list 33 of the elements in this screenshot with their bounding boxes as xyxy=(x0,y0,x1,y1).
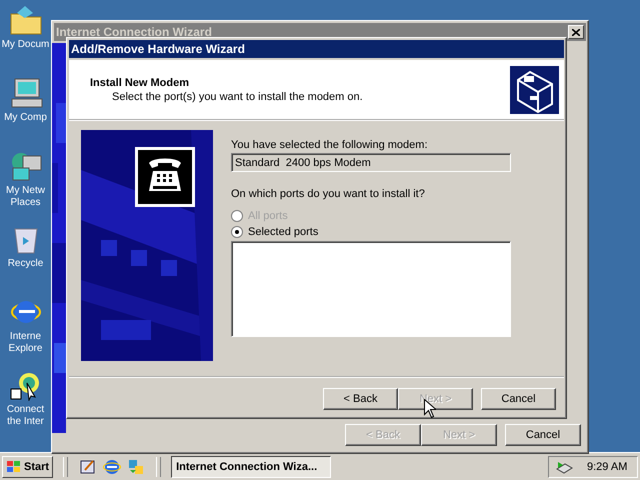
icon-label: My Comp xyxy=(4,112,47,124)
icon-label: Explore xyxy=(8,343,42,355)
close-icon xyxy=(572,28,580,36)
browser-icon[interactable] xyxy=(103,458,122,476)
modem-label: You have selected the following modem: xyxy=(231,139,428,151)
radio-option[interactable]: Selected ports xyxy=(231,224,511,240)
cancel-button[interactable]: Cancel xyxy=(505,424,581,446)
windows-logo-icon xyxy=(6,460,22,474)
computer-icon[interactable] xyxy=(8,77,42,109)
dialog-title: Add/Remove Hardware Wizard xyxy=(71,42,245,56)
icon-label: Recycle xyxy=(8,258,44,270)
cancel-button[interactable]: Cancel xyxy=(481,388,556,410)
hardware-icon xyxy=(510,66,559,114)
icon-label: Connect xyxy=(6,404,44,416)
icon-label: My Netw xyxy=(6,185,45,197)
folder-icon[interactable] xyxy=(8,4,42,36)
icon-label: Places xyxy=(10,197,40,209)
icon-label: the Inter xyxy=(7,416,44,428)
taskbar-button[interactable]: Internet Connection Wiza... xyxy=(171,456,332,478)
page-heading: Install New Modem xyxy=(90,76,190,88)
modem-field: Standard 2400 bps Modem xyxy=(231,153,511,172)
desktop-icon[interactable] xyxy=(79,458,98,476)
icon-label: Interne xyxy=(10,331,42,343)
window-title: Internet Connection Wizard xyxy=(56,25,212,39)
start-button[interactable]: Start xyxy=(2,456,54,478)
back-button[interactable]: < Back xyxy=(323,388,398,410)
telephone-icon xyxy=(135,147,195,207)
page-subheading: Select the port(s) you want to install the modem on. xyxy=(111,90,363,102)
ports-question: On which ports do you want to install it? xyxy=(231,188,426,200)
icon-label: My Docum xyxy=(2,39,50,51)
clock: 9:29 AM xyxy=(587,460,628,472)
close-button[interactable] xyxy=(568,25,584,39)
port-list[interactable] xyxy=(231,241,511,337)
